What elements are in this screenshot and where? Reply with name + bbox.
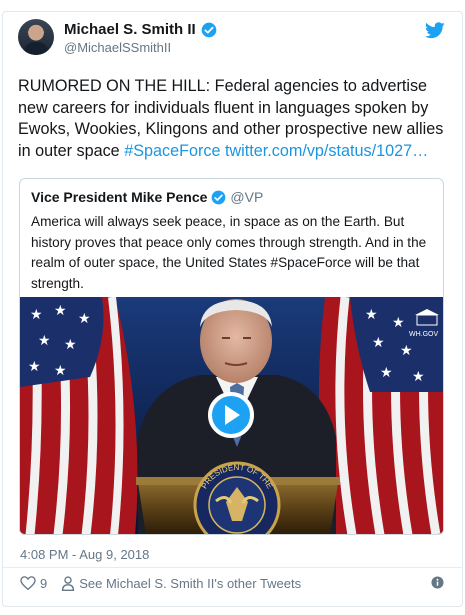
quoted-author-name[interactable]: Vice President Mike Pence — [31, 189, 207, 205]
left-flag: ★ ★ ★ ★ ★ ★ ★ — [20, 297, 138, 534]
author-handle[interactable]: @MichaelSSmithII — [64, 40, 171, 55]
quoted-tweet-text: America will always seek peace, in space… — [31, 214, 427, 291]
quoted-author-handle[interactable]: @VP — [230, 189, 263, 205]
video-thumbnail[interactable]: ★ ★ ★ ★ ★ ★ ★ ★ ★ ★ ★ ★ ★ WH.GOV PRESIDE… — [20, 297, 443, 534]
heart-icon[interactable] — [20, 576, 36, 590]
twitter-bird-icon[interactable] — [425, 22, 445, 39]
author-name[interactable]: Michael S. Smith II — [64, 21, 196, 38]
svg-text:★: ★ — [78, 310, 91, 326]
author-name-row[interactable]: Michael S. Smith II — [64, 21, 217, 38]
svg-text:★: ★ — [64, 336, 77, 352]
status-link[interactable]: twitter.com/vp/status/1027… — [225, 142, 428, 160]
svg-text:★: ★ — [28, 358, 41, 374]
tweet-footer: 9 See Michael S. Smith II's other Tweets — [20, 573, 301, 593]
svg-text:★: ★ — [54, 302, 67, 318]
info-icon[interactable] — [431, 576, 444, 589]
watermark-text: WH.GOV — [409, 331, 438, 338]
hashtag-link[interactable]: #SpaceForce — [124, 142, 220, 160]
svg-text:★: ★ — [372, 334, 385, 350]
footer-divider — [2, 567, 463, 568]
svg-text:★: ★ — [400, 342, 413, 358]
quoted-tweet[interactable]: Vice President Mike Pence @VP America wi… — [19, 178, 444, 535]
play-icon[interactable] — [208, 392, 254, 438]
tweet-text: RUMORED ON THE HILL: Federal agencies to… — [18, 76, 448, 162]
like-count: 9 — [40, 575, 48, 591]
quoted-author-row[interactable]: Vice President Mike Pence @VP — [31, 189, 263, 205]
other-tweets-link[interactable]: See Michael S. Smith II's other Tweets — [79, 576, 301, 591]
tweet-header: Michael S. Smith II @MichaelSSmithII — [18, 19, 447, 59]
svg-text:★: ★ — [38, 332, 51, 348]
verified-badge-icon — [201, 22, 217, 37]
svg-text:★: ★ — [54, 362, 67, 378]
verified-badge-icon — [212, 190, 226, 204]
video-frame: ★ ★ ★ ★ ★ ★ ★ ★ ★ ★ ★ ★ ★ WH.GOV PRESIDE… — [20, 297, 443, 534]
svg-text:★: ★ — [365, 306, 378, 322]
tweet-timestamp[interactable]: 4:08 PM - Aug 9, 2018 — [20, 547, 149, 562]
svg-text:★: ★ — [392, 314, 405, 330]
svg-text:★: ★ — [30, 306, 43, 322]
svg-text:★: ★ — [412, 368, 425, 384]
svg-text:★: ★ — [380, 364, 393, 380]
avatar[interactable] — [18, 19, 54, 55]
person-icon — [62, 575, 75, 591]
